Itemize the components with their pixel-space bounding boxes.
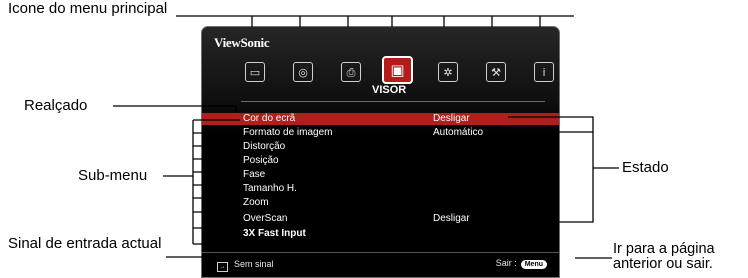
manual-figure: Icone do menu principal Realçado Sub-men… [0,0,748,278]
callout-lines [113,15,619,259]
